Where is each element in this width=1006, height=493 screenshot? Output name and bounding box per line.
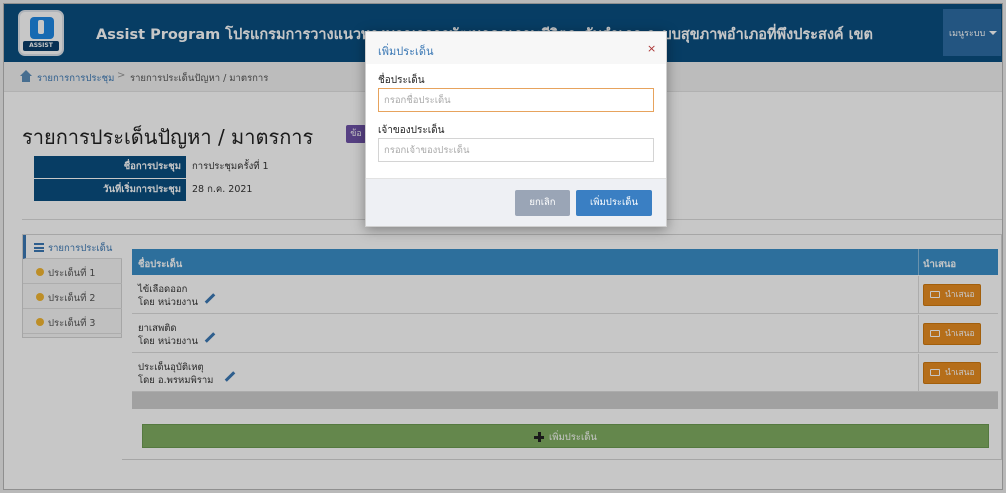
add-issue-modal: เพิ่มประเด็น × ชื่อประเด็น เจ้าของประเด็… — [365, 31, 667, 227]
issue-name-input[interactable] — [378, 88, 654, 112]
issue-owner-input[interactable] — [378, 138, 654, 162]
add-issue-submit-button[interactable]: เพิ่มประเด็น — [576, 190, 652, 216]
modal-title: เพิ่มประเด็น — [378, 45, 434, 58]
close-icon[interactable]: × — [647, 42, 656, 55]
app-window: ASSIST Assist Program โปรแกรมการวางแนวทา… — [3, 3, 1003, 490]
modal-header: เพิ่มประเด็น × — [366, 32, 666, 64]
modal-footer: ยกเลิก เพิ่มประเด็น — [366, 178, 666, 226]
issue-name-label: ชื่อประเด็น — [378, 75, 425, 86]
issue-owner-label: เจ้าของประเด็น — [378, 125, 445, 136]
cancel-button[interactable]: ยกเลิก — [515, 190, 570, 216]
